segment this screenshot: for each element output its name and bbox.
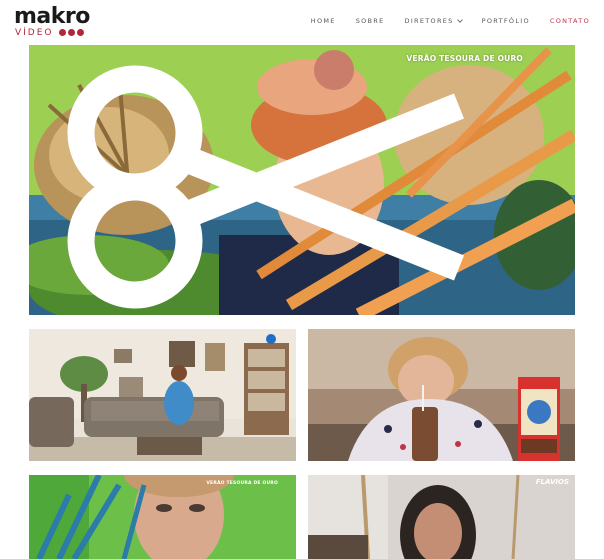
nav-item-home[interactable]: HOME bbox=[311, 17, 336, 25]
logo-wordmark: makro bbox=[14, 4, 90, 29]
main-nav: HOME SOBRE DIRETORES PORTFÓLIO CONTATO bbox=[311, 17, 590, 25]
girl-drinking-thumbnail-image bbox=[308, 329, 575, 461]
nav-label: PORTFÓLIO bbox=[481, 17, 530, 25]
nav-item-contato[interactable]: CONTATO bbox=[550, 17, 590, 25]
chevron-down-icon bbox=[456, 17, 463, 23]
woman-leaves-thumbnail-image bbox=[29, 475, 296, 559]
portfolio-video-tile[interactable]: VERÃO TESOURA DE OURO bbox=[29, 475, 296, 559]
tile-overlay-title: VERÃO TESOURA DE OURO bbox=[206, 481, 278, 486]
makro-video-logo[interactable]: makro VÍDEO bbox=[14, 4, 94, 39]
nav-item-sobre[interactable]: SOBRE bbox=[356, 17, 385, 25]
logo-subtitle: VÍDEO bbox=[15, 28, 54, 38]
living-room-thumbnail-image bbox=[29, 329, 296, 461]
portfolio-video-tile[interactable] bbox=[308, 329, 575, 461]
nav-label: CONTATO bbox=[549, 17, 590, 25]
logo-dots-icon bbox=[59, 29, 84, 36]
nav-label: HOME bbox=[310, 17, 336, 25]
nav-label: DIRETORES bbox=[404, 17, 454, 25]
portfolio-hero-video-tile[interactable]: VERÃO TESOURA DE OURO bbox=[29, 45, 575, 315]
portfolio-video-tile[interactable] bbox=[29, 329, 296, 461]
nav-item-portfolio[interactable]: PORTFÓLIO bbox=[482, 17, 530, 25]
scissors-icon bbox=[67, 65, 465, 309]
woman-swing-thumbnail-image bbox=[308, 475, 575, 559]
portfolio-video-tile[interactable]: FLAVIOS bbox=[308, 475, 575, 559]
nav-item-diretores[interactable]: DIRETORES bbox=[404, 17, 463, 25]
site-header: makro VÍDEO HOME SOBRE DIRETORES PORTFÓL… bbox=[0, 0, 604, 44]
nav-label: SOBRE bbox=[355, 17, 385, 25]
tile-overlay-brand: FLAVIOS bbox=[535, 478, 569, 486]
